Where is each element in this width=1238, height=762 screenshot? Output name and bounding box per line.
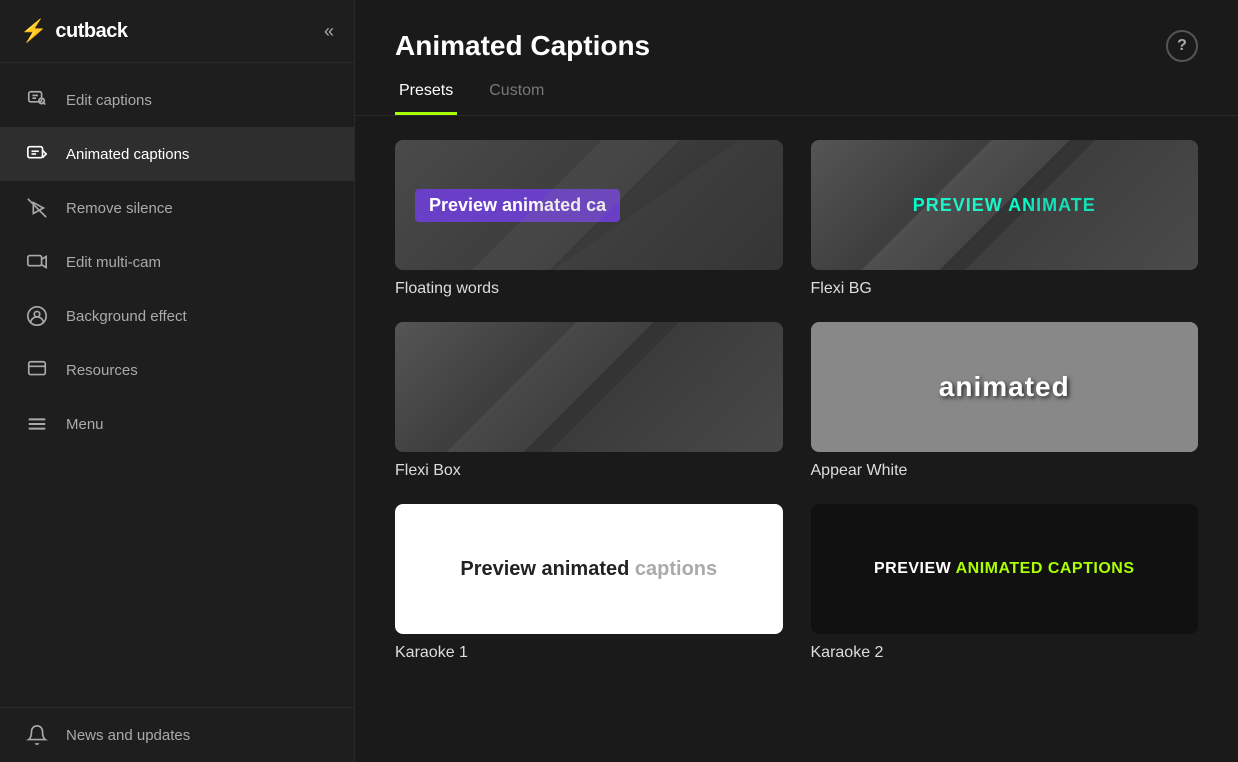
preset-card-floating-words[interactable]: Preview animated ca Floating words xyxy=(395,140,783,298)
tab-presets[interactable]: Presets xyxy=(395,72,457,115)
sidebar-item-label-menu: Menu xyxy=(66,416,104,433)
preset-card-karaoke-1[interactable]: Preview animated captions Karaoke 1 xyxy=(395,504,783,662)
presets-grid: Preview animated ca Floating words PREVI… xyxy=(355,140,1238,662)
remove-silence-icon xyxy=(24,195,50,221)
logo-icon: ⚡ xyxy=(20,18,47,44)
sidebar-item-label-edit-multicam: Edit multi-cam xyxy=(66,254,161,271)
preset-thumb-appear-white: animated xyxy=(811,322,1199,452)
menu-icon xyxy=(24,411,50,437)
resources-icon xyxy=(24,357,50,383)
preset-label-karaoke-1: Karaoke 1 xyxy=(395,644,783,662)
sidebar-item-background-effect[interactable]: Background effect xyxy=(0,289,354,343)
main-content: Animated Captions ? Presets Custom Previ… xyxy=(355,0,1238,762)
preset-thumb-karaoke1: Preview animated captions xyxy=(395,504,783,634)
sidebar-item-label-remove-silence: Remove silence xyxy=(66,200,173,217)
preset-card-appear-white[interactable]: animated Appear White xyxy=(811,322,1199,480)
karaoke1-highlight: captions xyxy=(635,558,717,580)
sidebar-item-edit-captions[interactable]: Edit captions xyxy=(0,73,354,127)
sidebar: ⚡ cutback « Edit captions Animated capti… xyxy=(0,0,355,762)
edit-captions-icon xyxy=(24,87,50,113)
sidebar-item-animated-captions[interactable]: Animated captions xyxy=(0,127,354,181)
tab-custom[interactable]: Custom xyxy=(485,72,548,115)
edit-multicam-icon xyxy=(24,249,50,275)
sidebar-item-label-animated-captions: Animated captions xyxy=(66,146,189,163)
page-title: Animated Captions xyxy=(395,30,650,62)
sidebar-item-edit-multicam[interactable]: Edit multi-cam xyxy=(0,235,354,289)
preset-label-floating-words: Floating words xyxy=(395,280,783,298)
logo-text: cutback xyxy=(55,20,127,43)
tabs-bar: Presets Custom xyxy=(355,72,1238,116)
sidebar-item-resources[interactable]: Resources xyxy=(0,343,354,397)
sidebar-item-label-edit-captions: Edit captions xyxy=(66,92,152,109)
collapse-sidebar-button[interactable]: « xyxy=(324,21,334,42)
flexi-bg-preview-text: PREVIEW ANIMATE xyxy=(913,195,1096,216)
sidebar-footer-label: News and updates xyxy=(66,727,190,744)
sidebar-item-remove-silence[interactable]: Remove silence xyxy=(0,181,354,235)
preset-thumb-floating-words: Preview animated ca xyxy=(395,140,783,270)
help-button[interactable]: ? xyxy=(1166,30,1198,62)
preset-thumb-flexi-bg: PREVIEW ANIMATE xyxy=(811,140,1199,270)
bell-icon xyxy=(24,722,50,748)
preset-thumb-karaoke2: PREVIEW ANIMATED CAPTIONS xyxy=(811,504,1199,634)
sidebar-item-menu[interactable]: Menu xyxy=(0,397,354,451)
logo: ⚡ cutback xyxy=(20,18,128,44)
sidebar-footer-news[interactable]: News and updates xyxy=(0,707,354,762)
preset-label-appear-white: Appear White xyxy=(811,462,1199,480)
background-effect-icon xyxy=(24,303,50,329)
sidebar-header: ⚡ cutback « xyxy=(0,0,354,63)
karaoke2-preview-text: PREVIEW ANIMATED CAPTIONS xyxy=(874,560,1135,578)
preset-thumb-flexi-box xyxy=(395,322,783,452)
karaoke1-preview-text: Preview animated captions xyxy=(460,558,717,581)
karaoke2-highlight: ANIMATED CAPTIONS xyxy=(956,560,1135,577)
floating-words-preview-text: Preview animated ca xyxy=(415,189,620,222)
preset-label-karaoke-2: Karaoke 2 xyxy=(811,644,1199,662)
appear-white-preview-text: animated xyxy=(939,371,1070,403)
preset-card-flexi-bg[interactable]: PREVIEW ANIMATE Flexi BG xyxy=(811,140,1199,298)
preset-label-flexi-box: Flexi Box xyxy=(395,462,783,480)
preset-card-karaoke-2[interactable]: PREVIEW ANIMATED CAPTIONS Karaoke 2 xyxy=(811,504,1199,662)
sidebar-item-label-resources: Resources xyxy=(66,362,138,379)
main-header: Animated Captions ? xyxy=(355,0,1238,72)
animated-captions-icon xyxy=(24,141,50,167)
logo-bolt: ⚡ xyxy=(20,18,47,44)
sidebar-item-label-background-effect: Background effect xyxy=(66,308,187,325)
preset-card-flexi-box[interactable]: Flexi Box xyxy=(395,322,783,480)
sidebar-nav: Edit captions Animated captions Remove s… xyxy=(0,63,354,707)
preset-label-flexi-bg: Flexi BG xyxy=(811,280,1199,298)
